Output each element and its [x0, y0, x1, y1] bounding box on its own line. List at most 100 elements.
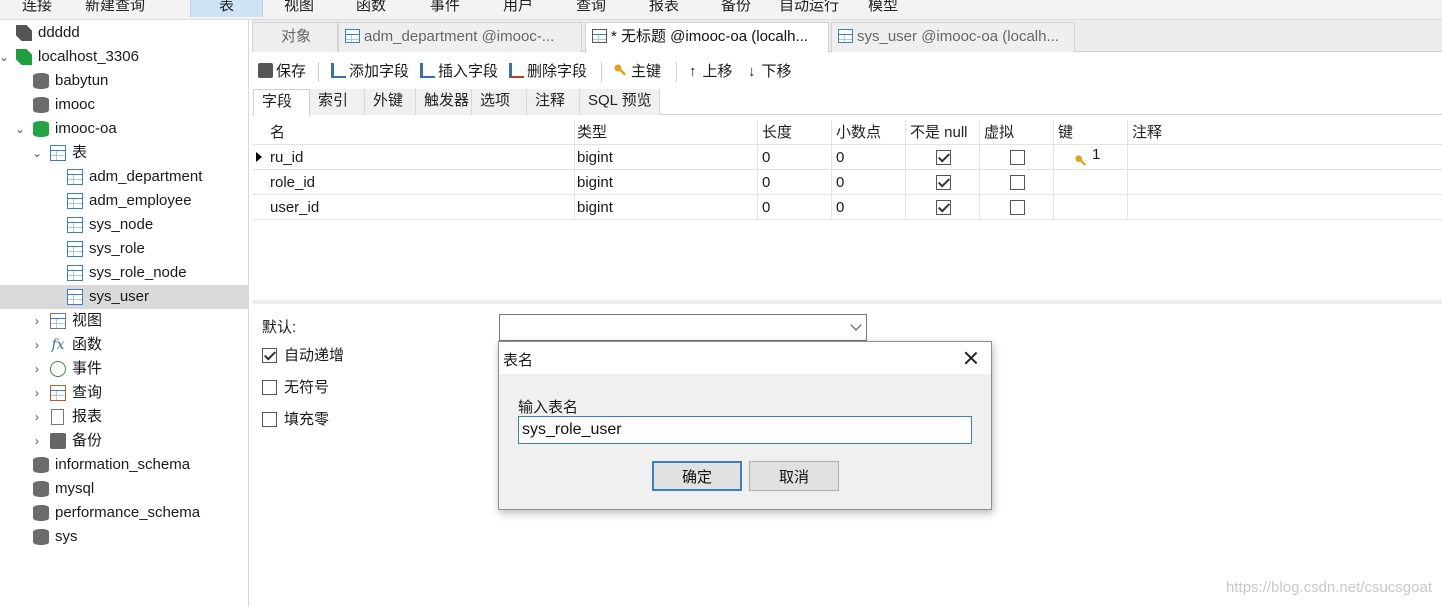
tab-sys-user[interactable]: sys_user @imooc-oa (localh... [831, 22, 1075, 52]
not-null-checkbox[interactable] [936, 200, 951, 215]
tree-node-mysql[interactable]: mysql [0, 477, 249, 501]
cell-comment[interactable] [1128, 170, 1442, 195]
chevron-right-icon[interactable]: › [30, 309, 44, 333]
table-row[interactable]: ru_id bigint 0 0 1 [252, 145, 1442, 170]
tree-table-adm-employee[interactable]: adm_employee [0, 189, 249, 213]
menu-query[interactable]: 查询 [576, 0, 606, 17]
chevron-right-icon[interactable]: › [30, 405, 44, 429]
primary-key-button[interactable]: 主键 [613, 60, 661, 84]
cell-decimals[interactable]: 0 [832, 170, 906, 195]
menu-table[interactable]: 表 [190, 0, 263, 17]
tab-untitled[interactable]: * 无标题 @imooc-oa (localh... [585, 22, 829, 53]
column-header-comment[interactable]: 注释 [1128, 120, 1442, 145]
subtab-sql-preview[interactable]: SQL 预览 [580, 89, 660, 115]
menu-view[interactable]: 视图 [284, 0, 314, 17]
cell-key[interactable] [1054, 170, 1128, 195]
move-up-button[interactable]: ↑ 上移 [689, 60, 733, 84]
cell-length[interactable]: 0 [758, 195, 832, 220]
cell-key[interactable] [1054, 195, 1128, 220]
cell-comment[interactable] [1128, 145, 1442, 170]
menu-backup[interactable]: 备份 [721, 0, 751, 17]
tree-node-tables[interactable]: ⌄ 表 [0, 141, 249, 165]
subtab-comments[interactable]: 注释 [527, 89, 580, 115]
chevron-right-icon[interactable]: › [30, 381, 44, 405]
tab-objects[interactable]: 对象 [252, 22, 338, 52]
subtab-triggers[interactable]: 触发器 [416, 89, 472, 115]
tree-node-ddddd[interactable]: ddddd [0, 21, 249, 45]
tree-node-sys[interactable]: sys [0, 525, 249, 549]
default-select[interactable] [499, 314, 867, 341]
column-header-virtual[interactable]: 虚拟 [980, 120, 1054, 145]
cell-decimals[interactable]: 0 [832, 195, 906, 220]
cancel-button[interactable]: 取消 [749, 461, 839, 491]
cell-type[interactable]: bigint [573, 195, 758, 220]
column-header-type[interactable]: 类型 [573, 120, 758, 145]
column-header-decimals[interactable]: 小数点 [832, 120, 906, 145]
chevron-right-icon[interactable]: › [30, 333, 44, 357]
subtab-indexes[interactable]: 索引 [310, 89, 365, 115]
menu-function[interactable]: 函数 [356, 0, 386, 17]
cell-comment[interactable] [1128, 195, 1442, 220]
tree-node-localhost[interactable]: ⌄ localhost_3306 [0, 45, 249, 69]
cell-name[interactable]: ru_id [266, 145, 575, 170]
tree-node-reports[interactable]: › 报表 [0, 405, 249, 429]
tree-node-babytun[interactable]: babytun [0, 69, 249, 93]
dialog-titlebar[interactable]: 表名 [499, 342, 991, 374]
chevron-down-icon[interactable]: ⌄ [30, 141, 44, 165]
insert-field-button[interactable]: 插入字段 [420, 60, 498, 84]
menu-model[interactable]: 模型 [868, 0, 898, 17]
cell-type[interactable]: bigint [573, 145, 758, 170]
tree-node-imooc[interactable]: imooc [0, 93, 249, 117]
delete-field-button[interactable]: 删除字段 [509, 60, 587, 84]
not-null-checkbox[interactable] [936, 175, 951, 190]
virtual-checkbox[interactable] [1010, 150, 1025, 165]
chevron-down-icon[interactable]: ⌄ [0, 45, 11, 69]
tree-node-events[interactable]: › 事件 [0, 357, 249, 381]
zerofill-checkbox[interactable]: 填充零 [262, 410, 329, 430]
menu-user[interactable]: 用户 [503, 0, 533, 17]
subtab-options[interactable]: 选项 [472, 89, 527, 115]
auto-increment-checkbox[interactable]: 自动递增 [262, 346, 344, 366]
tab-adm-department[interactable]: adm_department @imooc-... [338, 22, 582, 52]
virtual-checkbox[interactable] [1010, 200, 1025, 215]
cell-decimals[interactable]: 0 [832, 145, 906, 170]
table-row[interactable]: role_id bigint 0 0 [252, 170, 1442, 195]
tree-node-imooc-oa[interactable]: ⌄ imooc-oa [0, 117, 249, 141]
tree-node-backups[interactable]: › 备份 [0, 429, 249, 453]
chevron-right-icon[interactable]: › [30, 357, 44, 381]
tree-table-sys-node[interactable]: sys_node [0, 213, 249, 237]
subtab-fields[interactable]: 字段 [253, 89, 310, 116]
chevron-right-icon[interactable]: › [30, 429, 44, 453]
menu-event[interactable]: 事件 [430, 0, 460, 17]
not-null-checkbox[interactable] [936, 150, 951, 165]
cell-length[interactable]: 0 [758, 145, 832, 170]
ok-button[interactable]: 确定 [652, 461, 742, 491]
menu-report[interactable]: 报表 [649, 0, 679, 17]
table-row[interactable]: user_id bigint 0 0 [252, 195, 1442, 220]
tree-node-information-schema[interactable]: information_schema [0, 453, 249, 477]
column-header-key[interactable]: 键 [1054, 120, 1128, 145]
unsigned-checkbox[interactable]: 无符号 [262, 378, 329, 398]
virtual-checkbox[interactable] [1010, 175, 1025, 190]
cell-type[interactable]: bigint [573, 170, 758, 195]
chevron-down-icon[interactable]: ⌄ [13, 117, 27, 141]
tree-node-functions[interactable]: › fx 函数 [0, 333, 249, 357]
cell-key[interactable]: 1 [1054, 145, 1128, 170]
tree-table-sys-role-node[interactable]: sys_role_node [0, 261, 249, 285]
tree-node-views[interactable]: › 视图 [0, 309, 249, 333]
column-header-length[interactable]: 长度 [758, 120, 832, 145]
close-icon[interactable] [961, 348, 981, 368]
menu-new-query[interactable]: 新建查询 [85, 0, 145, 17]
tree-table-adm-department[interactable]: adm_department [0, 165, 249, 189]
cell-name[interactable]: user_id [266, 195, 575, 220]
menu-connect[interactable]: 连接 [22, 0, 52, 17]
tree-node-performance-schema[interactable]: performance_schema [0, 501, 249, 525]
tree-node-queries[interactable]: › 查询 [0, 381, 249, 405]
save-button[interactable]: 保存 [258, 60, 306, 84]
column-header-name[interactable]: 名 [266, 120, 575, 145]
tree-table-sys-role[interactable]: sys_role [0, 237, 249, 261]
menu-automation[interactable]: 自动运行 [779, 0, 839, 17]
move-down-button[interactable]: ↓ 下移 [748, 60, 792, 84]
cell-name[interactable]: role_id [266, 170, 575, 195]
cell-length[interactable]: 0 [758, 170, 832, 195]
